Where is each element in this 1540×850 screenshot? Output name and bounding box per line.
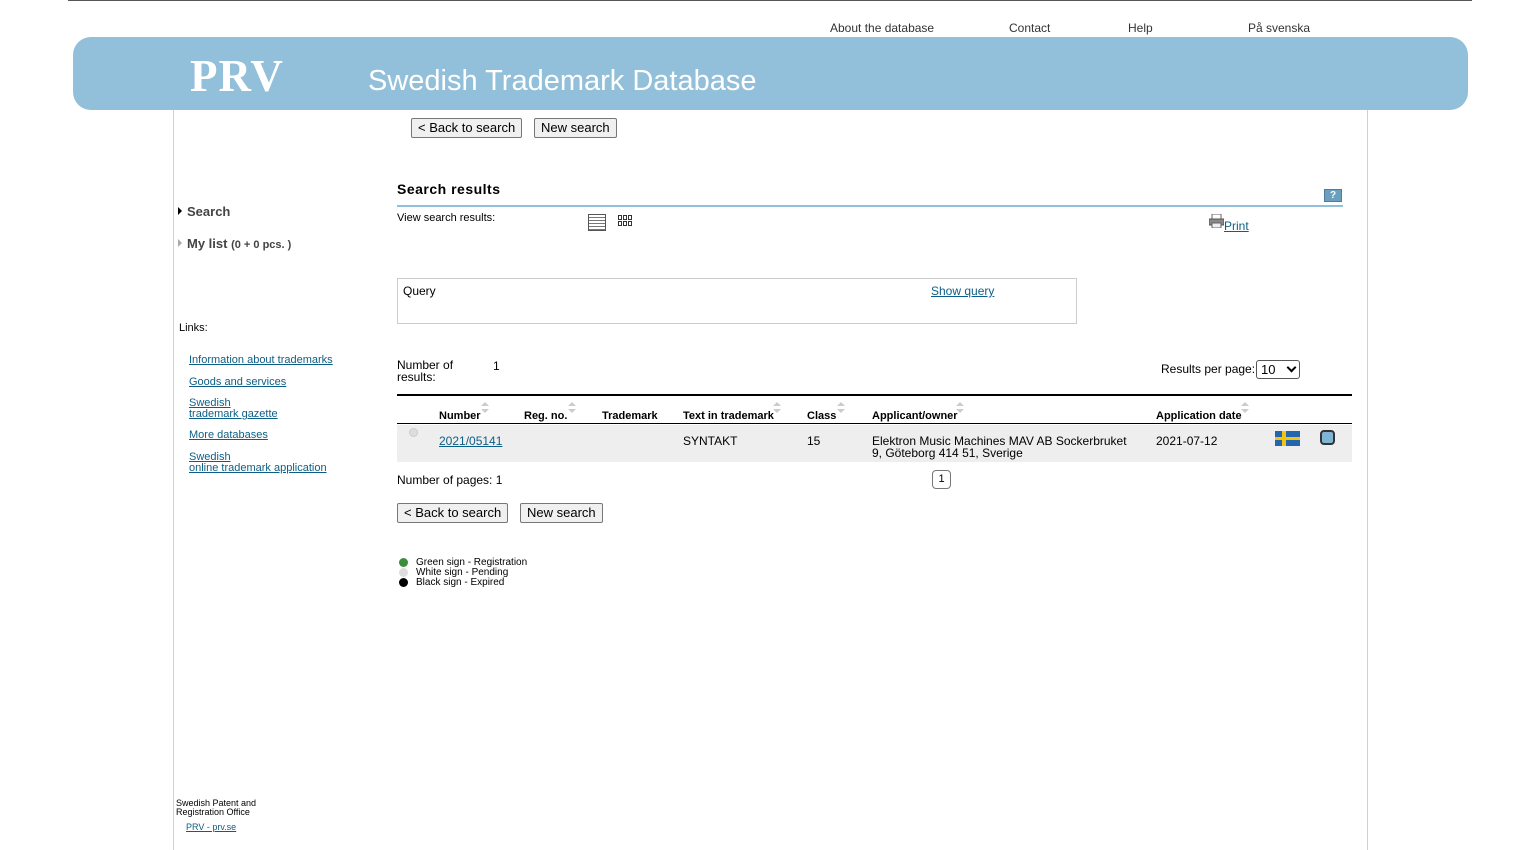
footer-prv-link[interactable]: PRV - prv.se [186,822,236,832]
back-to-search-button-top[interactable]: < Back to search [411,118,523,138]
cell-text-in-trademark: SYNTAKT [683,434,738,448]
column-header-class[interactable]: Class [807,410,836,422]
nav-help-link[interactable]: Help [1128,21,1153,35]
chevron-down-icon [1286,362,1297,373]
column-header-trademark: Trademark [602,410,658,422]
sidebar-item-label: Search [187,204,231,219]
sort-icon[interactable] [773,402,781,414]
number-of-results-value: 1 [493,359,500,373]
nav-swedish-link[interactable]: På svenska [1248,21,1310,35]
query-box: Query Show query [397,278,1077,324]
link-more-databases[interactable]: More databases [189,430,268,441]
cell-application-date: 2021-07-12 [1156,434,1218,448]
green-dot-icon [399,558,408,567]
cell-applicant: Elektron Music Machines MAV AB Sockerbru… [872,434,1127,460]
cell-class: 15 [807,434,821,448]
prv-logo[interactable]: PRV [190,50,284,102]
print-link[interactable]: Print [1224,219,1249,233]
column-header-number[interactable]: Number [439,410,481,422]
link-information-about-trademarks[interactable]: Information about trademarks [189,355,333,366]
top-border [68,0,1472,1]
sort-icon[interactable] [568,402,576,414]
new-search-button-bottom[interactable]: New search [520,503,603,523]
page-1-button[interactable]: 1 [932,470,951,489]
sort-icon[interactable] [481,402,489,414]
column-header-reg-no[interactable]: Reg. no. [524,410,567,422]
title-divider [397,205,1343,207]
list-view-icon[interactable] [588,214,606,231]
number-of-results-label: Number of results: [397,358,454,384]
link-online-trademark-application[interactable]: Swedish online trademark application [189,452,327,474]
table-header-rule [397,423,1352,424]
black-dot-icon [399,578,408,587]
column-header-text-in-trademark[interactable]: Text in trademark [683,410,774,422]
frame-left-border [173,110,174,850]
new-search-button-top[interactable]: New search [534,118,617,138]
sidebar-item-search[interactable]: Search [178,204,230,219]
search-results-title: Search results [397,181,501,197]
help-icon[interactable]: ? [1324,189,1342,202]
links-heading: Links: [179,322,208,334]
frame-right-border [1367,110,1368,850]
number-of-pages-label: Number of pages: 1 [397,473,503,487]
back-to-search-button-bottom[interactable]: < Back to search [397,503,509,523]
triangle-right-icon [178,239,182,247]
nav-contact-link[interactable]: Contact [1009,21,1050,35]
trademark-number-link[interactable]: 2021/05141 [439,435,502,447]
view-results-label: View search results: [397,212,496,224]
printer-icon[interactable] [1209,214,1224,228]
nav-about-link[interactable]: About the database [830,21,934,35]
link-goods-and-services[interactable]: Goods and services [189,377,286,388]
add-to-list-checkbox[interactable] [1320,430,1335,445]
status-pending-icon [409,428,418,437]
footer-organization: Swedish Patent and Registration Office [176,798,257,817]
results-per-page-select[interactable]: 10 [1256,360,1300,379]
sidebar-item-mylist[interactable]: My list (0 + 0 pcs. ) [178,236,291,251]
sort-icon[interactable] [956,402,964,414]
grid-view-icon[interactable] [618,215,632,228]
header-banner: PRV Swedish Trademark Database [73,37,1468,110]
link-trademark-gazette[interactable]: Swedish trademark gazette [189,398,278,420]
sort-icon[interactable] [837,402,845,414]
column-header-application-date[interactable]: Application date [1156,410,1242,422]
triangle-right-icon [178,207,182,215]
sidebar-item-label: My list [187,236,228,251]
white-dot-icon [399,568,408,577]
show-query-link[interactable]: Show query [931,284,994,298]
site-title: Swedish Trademark Database [368,65,757,97]
sweden-flag-icon [1275,431,1300,446]
sort-icon[interactable] [1241,402,1249,414]
column-header-applicant[interactable]: Applicant/owner [872,410,958,422]
query-label: Query [403,284,436,298]
table-top-rule [397,394,1352,396]
mylist-count: (0 + 0 pcs. ) [231,239,292,251]
results-per-page-label: Results per page: [1161,362,1256,376]
